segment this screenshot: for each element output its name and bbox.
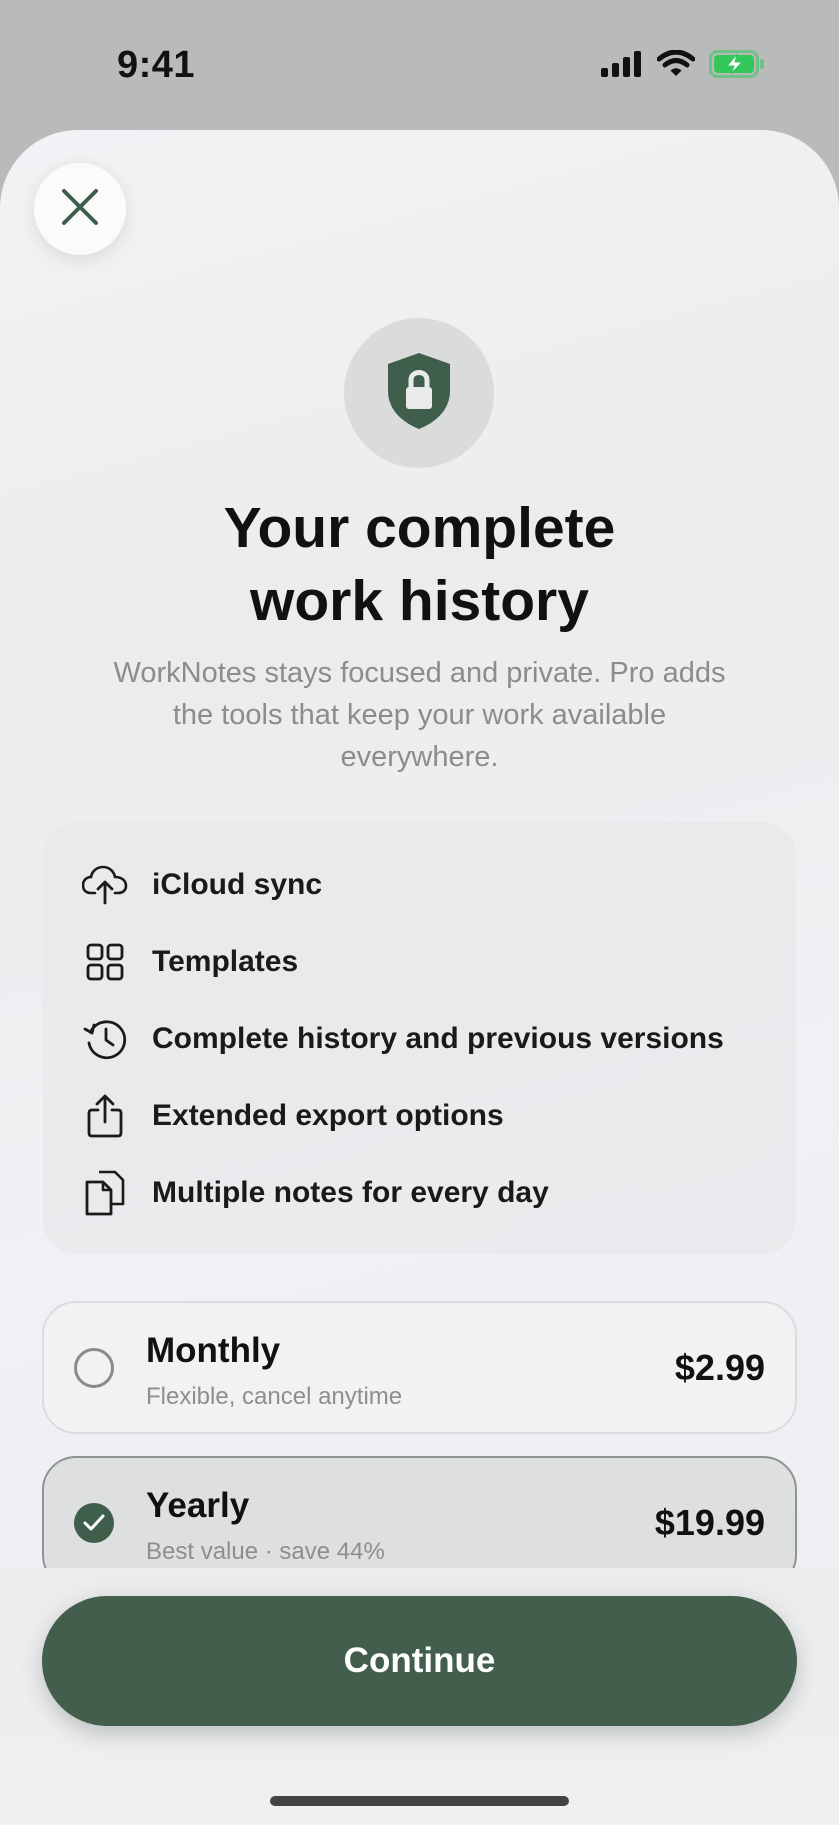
feature-item: Complete history and previous versions bbox=[43, 1009, 796, 1069]
status-time: 9:41 bbox=[117, 44, 196, 86]
title-line: work history bbox=[250, 569, 589, 633]
hero-badge bbox=[344, 318, 494, 468]
page-subtitle: WorkNotes stays focused and private. Pro… bbox=[70, 652, 769, 778]
status-bar: 9:41 bbox=[0, 0, 839, 130]
wifi-icon bbox=[656, 49, 696, 83]
cellular-signal-icon bbox=[601, 51, 643, 82]
plan-description: Flexible, cancel anytime bbox=[146, 1383, 403, 1410]
plan-name: Monthly bbox=[146, 1331, 281, 1370]
subtitle-line: WorkNotes stays focused and private. Pro… bbox=[113, 657, 726, 689]
page-title: Your complete work history bbox=[0, 492, 839, 638]
feature-label: Extended export options bbox=[152, 1099, 504, 1132]
feature-item: Multiple notes for every day bbox=[43, 1163, 796, 1223]
home-indicator[interactable] bbox=[270, 1796, 569, 1806]
status-icons bbox=[601, 49, 765, 83]
plan-description: Best value · save 44% bbox=[146, 1538, 385, 1565]
icloud-upload-icon bbox=[75, 855, 135, 915]
grid-icon bbox=[75, 932, 135, 992]
feature-label: Templates bbox=[152, 945, 299, 978]
feature-item: iCloud sync bbox=[43, 855, 796, 915]
history-clock-icon bbox=[75, 1009, 135, 1069]
feature-label: iCloud sync bbox=[152, 868, 323, 901]
share-icon bbox=[75, 1086, 135, 1146]
feature-item: Extended export options bbox=[43, 1086, 796, 1146]
continue-button[interactable]: Continue bbox=[42, 1596, 797, 1726]
radio-unselected-icon[interactable] bbox=[74, 1348, 114, 1388]
subtitle-line: everywhere. bbox=[340, 741, 499, 773]
documents-icon bbox=[75, 1163, 135, 1223]
feature-label: Multiple notes for every day bbox=[152, 1176, 549, 1209]
plan-option-monthly[interactable]: Monthly Flexible, cancel anytime $2.99 bbox=[42, 1301, 797, 1434]
plan-price: $19.99 bbox=[654, 1502, 765, 1543]
subtitle-line: the tools that keep your work available bbox=[172, 699, 667, 731]
feature-list: iCloud sync Templates Complete history a… bbox=[43, 822, 796, 1254]
close-button[interactable] bbox=[34, 163, 126, 255]
feature-label: Complete history and previous versions bbox=[152, 1022, 724, 1055]
plan-name: Yearly bbox=[146, 1486, 250, 1525]
close-icon bbox=[60, 187, 100, 232]
radio-selected-icon[interactable] bbox=[74, 1503, 114, 1543]
title-line: Your complete bbox=[223, 496, 616, 560]
plan-price: $2.99 bbox=[674, 1347, 765, 1388]
feature-item: Templates bbox=[43, 932, 796, 992]
battery-charging-icon bbox=[709, 50, 765, 83]
shield-lock-icon bbox=[384, 351, 454, 436]
